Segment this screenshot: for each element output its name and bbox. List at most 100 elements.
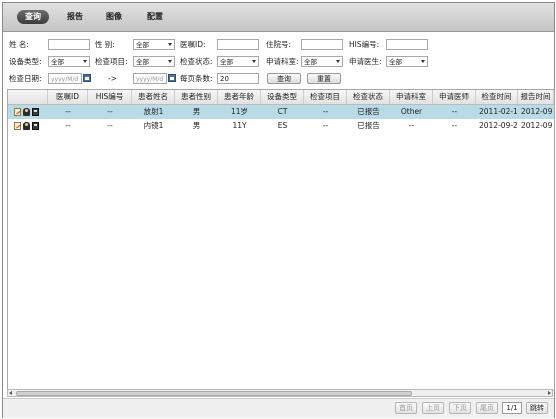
top-tab-bar: 查询 报告 图像 配置 xyxy=(3,3,554,32)
patient-icon[interactable] xyxy=(23,108,30,116)
table-cell: -- xyxy=(65,107,71,116)
his-label: HIS编号: xyxy=(349,40,380,49)
page-number-input[interactable]: 1/1 xyxy=(502,402,522,414)
table-cell: -- xyxy=(322,107,329,116)
apply-doctor-select[interactable]: 全部 xyxy=(386,56,428,67)
table-cell: 男 xyxy=(192,107,201,116)
header-report-time[interactable]: 报告时间 xyxy=(518,90,554,104)
device-type-value: 全部 xyxy=(51,58,64,66)
table-cell: 11岁 xyxy=(230,107,249,116)
table-cell: 2011-02-15 xyxy=(479,107,518,116)
date-to-input[interactable]: yyyy/M/d xyxy=(133,73,167,84)
edit-icon[interactable] xyxy=(14,122,21,130)
inpatient-label: 住院号: xyxy=(266,40,292,49)
inpatient-input[interactable] xyxy=(301,39,343,50)
header-medical-id[interactable]: 医嘱ID xyxy=(48,90,88,104)
header-patient-gender[interactable]: 患者性别 xyxy=(175,90,218,104)
apply-dept-select[interactable]: 全部 xyxy=(301,56,343,67)
prev-page-button[interactable]: 上页 xyxy=(422,402,444,414)
jump-button[interactable]: 跳转 xyxy=(526,402,548,414)
apply-dept-value: 全部 xyxy=(304,58,317,66)
gender-select[interactable]: 全部 xyxy=(133,39,175,50)
save-icon[interactable] xyxy=(32,122,39,130)
app-frame: 查询 报告 图像 配置 姓 名: 性 别: 全部 医嘱ID: 住院号: HIS编… xyxy=(2,2,555,418)
reset-button[interactable]: 重置 xyxy=(307,73,341,84)
scrollbar-thumb[interactable] xyxy=(16,391,412,396)
patient-icon[interactable] xyxy=(23,122,30,130)
gender-label: 性 别: xyxy=(95,40,115,49)
table-cell: 11Y xyxy=(232,121,247,130)
table-row[interactable]: -- -- 内镜1 男 11Y ES -- 已报告 -- -- 2012-09-… xyxy=(8,119,554,133)
table-cell: 2012-09 xyxy=(521,121,553,130)
table-cell: -- xyxy=(65,121,71,130)
chevron-down-icon xyxy=(336,60,340,63)
table-cell: CT xyxy=(277,107,288,116)
tab-report[interactable]: 报告 xyxy=(59,10,91,24)
table-cell: 2012-09-21 xyxy=(479,121,518,130)
exam-item-label: 检查项目: xyxy=(95,57,128,66)
name-input[interactable] xyxy=(48,39,90,50)
table-cell: -- xyxy=(451,107,458,116)
chevron-down-icon xyxy=(168,43,172,46)
header-exam-status[interactable]: 检查状态 xyxy=(347,90,390,104)
exam-status-select[interactable]: 全部 xyxy=(217,56,259,67)
header-patient-name[interactable]: 患者姓名 xyxy=(132,90,175,104)
chevron-down-icon xyxy=(168,60,172,63)
header-device-type[interactable]: 设备类型 xyxy=(261,90,304,104)
gender-value: 全部 xyxy=(136,41,149,49)
apply-doctor-label: 申请医生: xyxy=(349,57,382,66)
scroll-right-icon[interactable] xyxy=(548,391,551,395)
his-input[interactable] xyxy=(386,39,428,50)
medical-id-label: 医嘱ID: xyxy=(180,40,206,49)
exam-status-value: 全部 xyxy=(220,58,233,66)
header-exam-item[interactable]: 检查项目 xyxy=(304,90,347,104)
header-his-id[interactable]: HIS编号 xyxy=(88,90,132,104)
table-cell: -- xyxy=(107,121,113,130)
exam-status-label: 检查状态: xyxy=(180,57,213,66)
table-cell: -- xyxy=(451,121,458,130)
header-exam-time[interactable]: 检查时间 xyxy=(476,90,518,104)
first-page-button[interactable]: 首页 xyxy=(395,402,417,414)
apply-doctor-value: 全部 xyxy=(389,58,402,66)
name-label: 姓 名: xyxy=(9,40,29,49)
page-size-input[interactable]: 20 xyxy=(217,73,259,84)
header-patient-age[interactable]: 患者年龄 xyxy=(218,90,261,104)
table-cell: 已报告 xyxy=(357,121,380,130)
edit-icon[interactable] xyxy=(14,108,21,116)
tab-config[interactable]: 配置 xyxy=(139,10,171,24)
exam-item-select[interactable]: 全部 xyxy=(133,56,175,67)
exam-date-label: 检查日期: xyxy=(9,74,42,83)
next-page-button[interactable]: 下页 xyxy=(449,402,471,414)
date-range-arrow: -> xyxy=(108,74,117,83)
table-cell: 2012-09 xyxy=(521,107,553,116)
header-apply-doctor[interactable]: 申请医师 xyxy=(433,90,476,104)
table-header: 医嘱ID HIS编号 患者姓名 患者性别 患者年龄 设备类型 检查项目 检查状态… xyxy=(8,90,554,105)
query-button[interactable]: 查询 xyxy=(267,73,301,84)
pager-bar: 首页 上页 下页 尾页 1/1 跳转 xyxy=(3,398,554,418)
tab-query[interactable]: 查询 xyxy=(17,10,49,24)
page-size-label: 每页条数: xyxy=(180,74,213,83)
device-type-label: 设备类型: xyxy=(9,57,42,66)
apply-dept-label: 申请科室: xyxy=(266,57,299,66)
table-cell: 内镜1 xyxy=(143,121,164,130)
chevron-down-icon xyxy=(83,60,87,63)
medical-id-input[interactable] xyxy=(217,39,259,50)
exam-item-value: 全部 xyxy=(136,58,149,66)
header-apply-dept[interactable]: 申请科室 xyxy=(390,90,433,104)
table-cell: -- xyxy=(322,121,329,130)
horizontal-scrollbar[interactable] xyxy=(7,389,553,397)
date-from-input[interactable]: yyyy/M/d xyxy=(48,73,82,84)
chevron-down-icon xyxy=(252,60,256,63)
header-actions xyxy=(8,90,48,104)
table-row[interactable]: -- -- 放射1 男 11岁 CT -- 已报告 Other -- 2011-… xyxy=(8,105,554,119)
calendar-icon[interactable] xyxy=(168,74,176,82)
tab-image[interactable]: 图像 xyxy=(98,10,130,24)
save-icon[interactable] xyxy=(32,108,39,116)
table-cell: ES xyxy=(277,121,288,130)
last-page-button[interactable]: 尾页 xyxy=(476,402,498,414)
calendar-icon[interactable] xyxy=(83,74,91,82)
results-table: 医嘱ID HIS编号 患者姓名 患者性别 患者年龄 设备类型 检查项目 检查状态… xyxy=(7,89,555,391)
scroll-left-icon[interactable] xyxy=(9,391,12,395)
device-type-select[interactable]: 全部 xyxy=(48,56,90,67)
table-cell: 已报告 xyxy=(357,107,380,116)
